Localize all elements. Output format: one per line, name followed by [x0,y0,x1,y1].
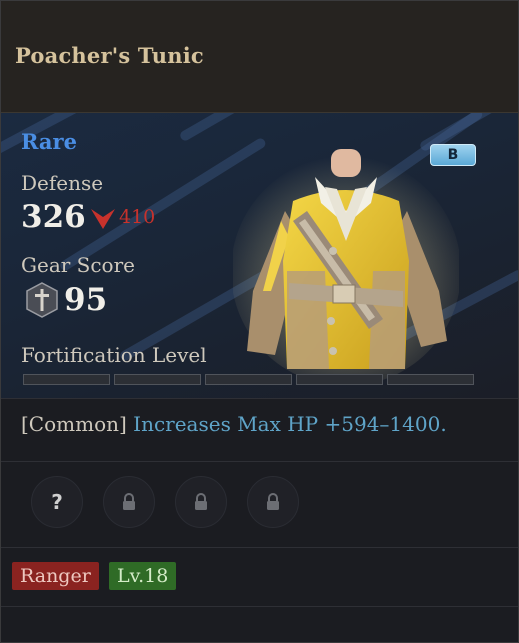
effect-text: Increases Max HP +594–1400. [133,412,447,436]
effect-tag: [Common] [21,412,127,436]
question-icon: ? [51,490,63,514]
down-arrow-icon [91,209,115,229]
gear-score-icon [26,282,58,318]
fortification-segment [205,374,292,385]
defense-value: 326 [21,199,86,235]
defense-compare-value: 410 [119,206,156,228]
fortification-segment [296,374,383,385]
divider [1,461,518,462]
item-rarity: Rare [21,129,77,154]
divider [1,606,518,607]
level-requirement-badge: Lv.18 [109,562,177,590]
divider [1,547,518,548]
class-requirement-badge: Ranger [12,562,99,590]
divider [1,398,518,399]
socket-locked[interactable] [247,476,299,528]
fortification-segment [387,374,474,385]
fortification-label: Fortification Level [21,343,207,367]
item-tooltip: Poacher's Tunic Rare B Defense 326 410 G… [0,0,519,643]
grade-badge: B [430,144,476,166]
defense-label: Defense [21,171,104,195]
lock-icon [123,493,135,510]
lock-icon [195,493,207,510]
tunic-image [233,149,459,381]
item-name: Poacher's Tunic [15,43,204,68]
lock-icon [267,493,279,510]
socket-locked[interactable] [175,476,227,528]
fortification-segment [23,374,110,385]
gear-score-value: 95 [64,282,108,318]
fortification-segment [114,374,201,385]
socket-unknown[interactable]: ? [31,476,83,528]
socket-locked[interactable] [103,476,155,528]
item-effect: [Common] Increases Max HP +594–1400. [21,412,447,436]
tooltip-header: Poacher's Tunic [1,1,518,113]
gear-score-label: Gear Score [21,253,135,277]
